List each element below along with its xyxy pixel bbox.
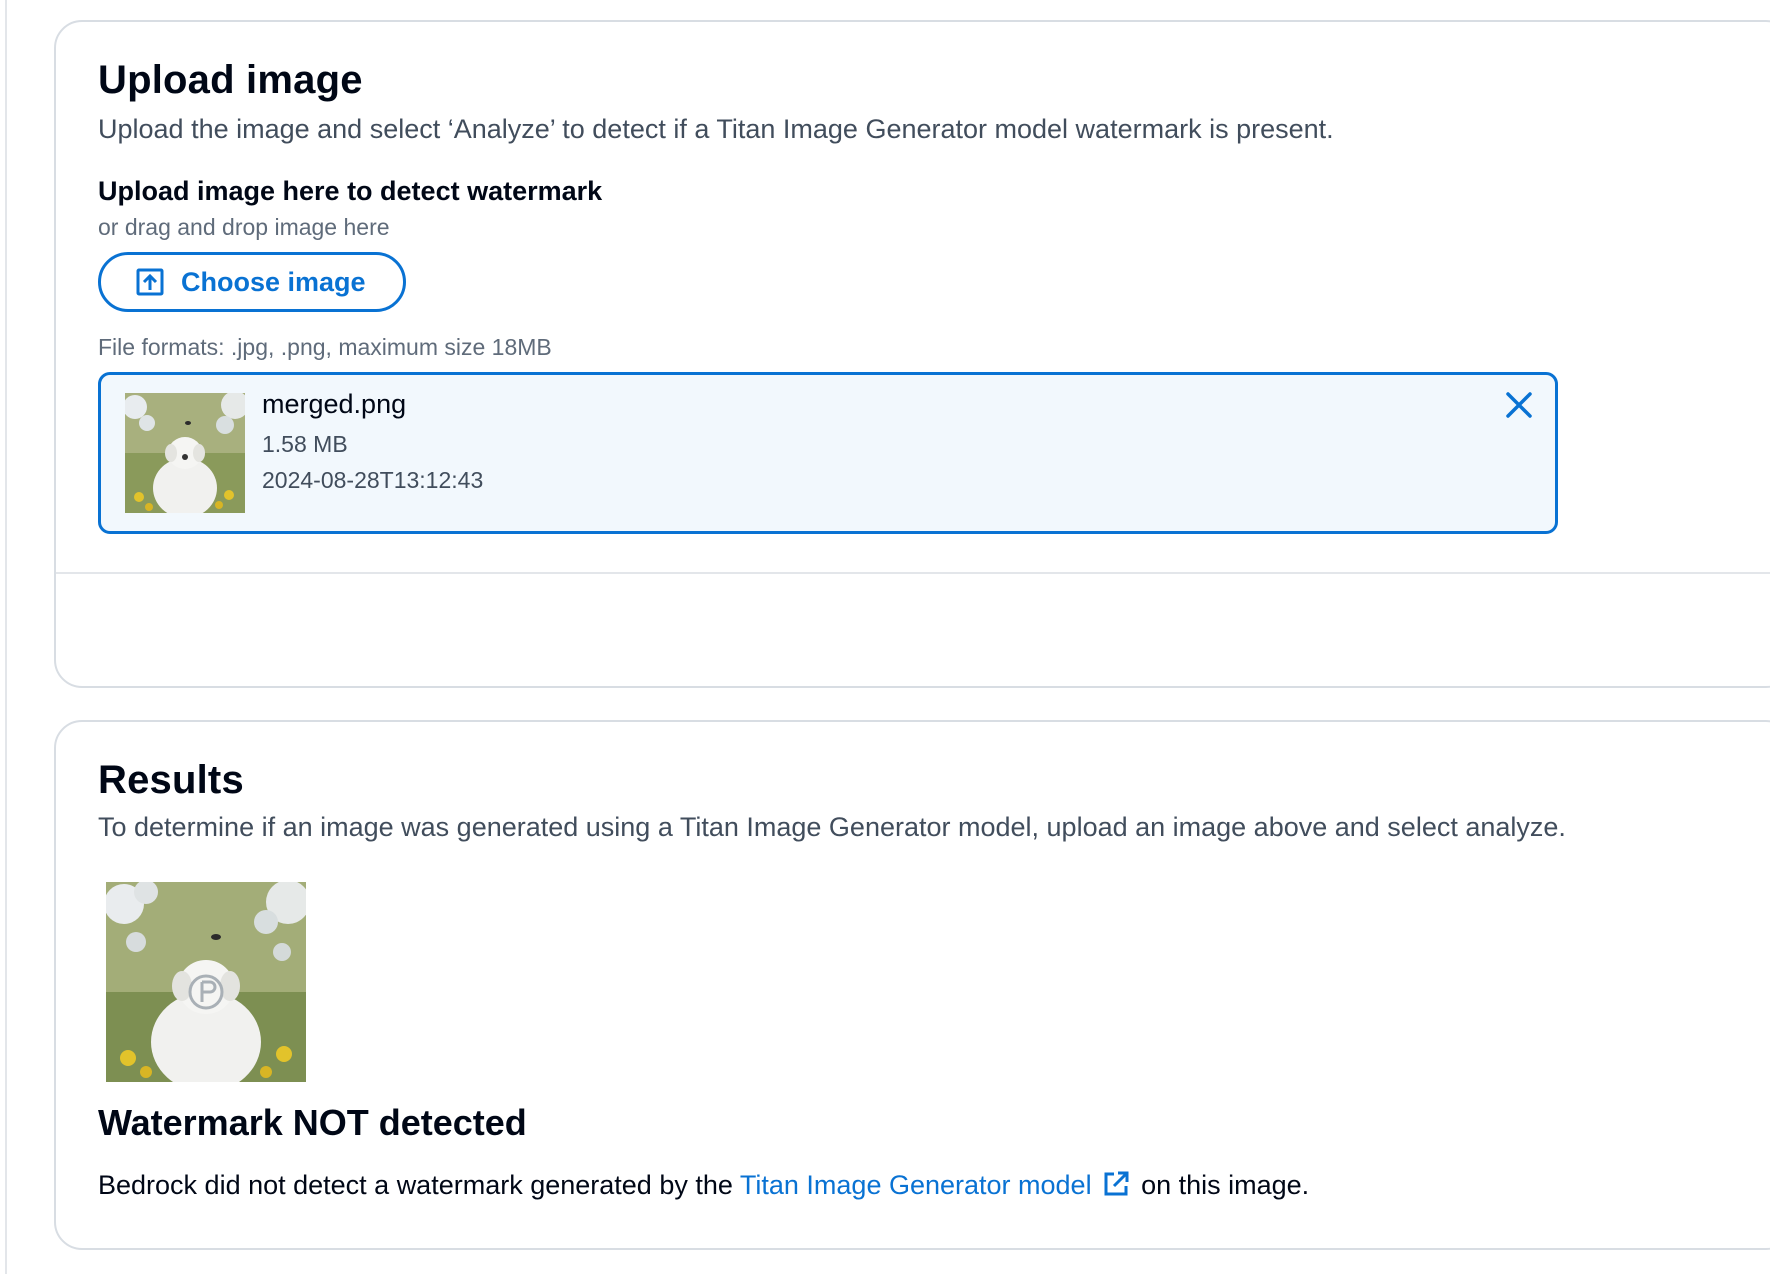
result-message-end: on this image. bbox=[1133, 1170, 1310, 1200]
upload-icon bbox=[136, 268, 164, 296]
file-thumbnail bbox=[125, 393, 245, 513]
choose-image-button[interactable]: Choose image bbox=[98, 252, 406, 312]
results-section-description: To determine if an image was generated u… bbox=[98, 812, 1566, 842]
result-message-start: Bedrock did not detect a watermark gener… bbox=[98, 1170, 740, 1200]
file-last-modified: 2024-08-28T13:12:43 bbox=[262, 467, 484, 493]
analyzed-image-preview bbox=[106, 882, 306, 1082]
upload-section-title: Upload image bbox=[98, 58, 363, 102]
remove-file-button[interactable] bbox=[1499, 385, 1539, 425]
results-container: Results To determine if an image was gen… bbox=[54, 720, 1770, 1250]
result-message: Bedrock did not detect a watermark gener… bbox=[98, 1170, 1309, 1201]
upload-image-container: Upload image Upload the image and select… bbox=[54, 20, 1770, 688]
titan-model-link-text: Titan Image Generator model bbox=[739, 1170, 1092, 1200]
left-border bbox=[5, 0, 7, 1274]
upload-field-label: Upload image here to detect watermark bbox=[98, 176, 603, 206]
file-name: merged.png bbox=[262, 389, 407, 419]
results-section-title: Results bbox=[98, 758, 244, 802]
upload-section-description: Upload the image and select ‘Analyze’ to… bbox=[98, 114, 1334, 144]
titan-model-link[interactable]: Titan Image Generator model bbox=[740, 1170, 1134, 1200]
close-icon bbox=[1506, 392, 1532, 418]
file-size: 1.58 MB bbox=[262, 431, 348, 457]
card-footer-divider bbox=[56, 572, 1770, 574]
page: Upload image Upload the image and select… bbox=[0, 0, 1770, 1274]
uploaded-file-token: merged.png 1.58 MB 2024-08-28T13:12:43 bbox=[98, 372, 1558, 534]
external-link-icon bbox=[1104, 1171, 1129, 1196]
choose-image-label: Choose image bbox=[181, 266, 366, 297]
upload-field-hint: or drag and drop image here bbox=[98, 214, 390, 240]
result-status-heading: Watermark NOT detected bbox=[98, 1102, 527, 1143]
file-constraint-text: File formats: .jpg, .png, maximum size 1… bbox=[98, 334, 552, 360]
